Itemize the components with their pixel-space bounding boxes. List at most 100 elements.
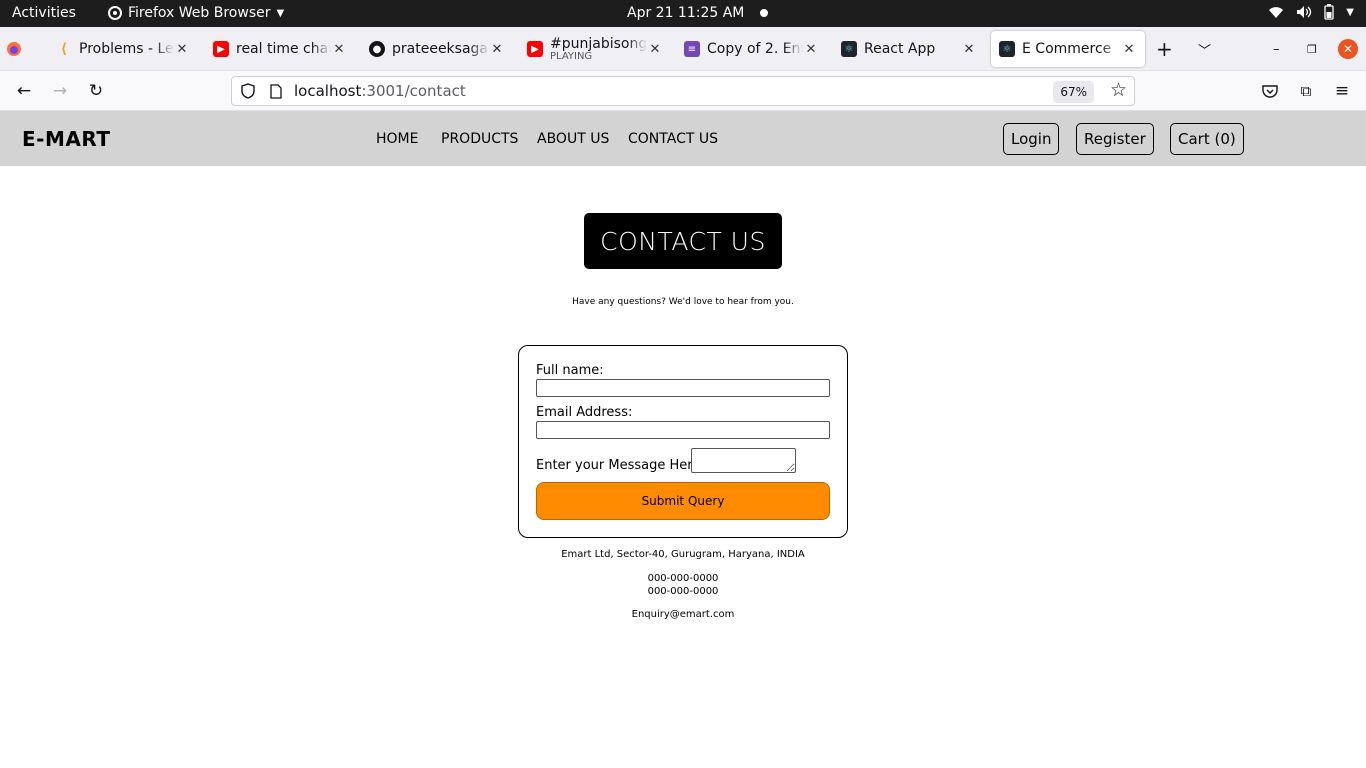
tab-github[interactable]: ● prateeeksagar/ ✕ (369, 31, 505, 67)
close-tab-icon[interactable]: ✕ (961, 42, 977, 57)
register-button[interactable]: Register (1076, 123, 1154, 155)
minimize-icon: – (1273, 41, 1280, 57)
tab-real-time-chat[interactable]: ▶ real time chat a ✕ (213, 31, 347, 67)
app-menu-button[interactable]: ≡ (1330, 79, 1354, 103)
wifi-icon (1269, 7, 1284, 18)
tab-title: E Commerce (1022, 41, 1112, 57)
zoom-level-button[interactable]: 67% (1053, 81, 1094, 103)
pocket-button[interactable] (1258, 79, 1282, 103)
notification-dot-icon (760, 9, 769, 17)
list-all-tabs-button[interactable]: ﹀ (1198, 31, 1218, 67)
email-input[interactable] (536, 421, 830, 439)
shield-icon (241, 83, 255, 99)
close-tab-icon[interactable]: ✕ (647, 42, 663, 57)
reload-button[interactable]: ↻ (84, 79, 108, 103)
youtube-icon: ▶ (527, 41, 543, 57)
close-tab-icon[interactable]: ✕ (331, 42, 347, 57)
nav-link-home[interactable]: HOME (376, 131, 418, 147)
close-window-icon: ✕ (1338, 39, 1358, 59)
tab-title: #punjabisong (550, 36, 647, 52)
docs-icon: ≡ (684, 41, 700, 57)
tab-title: Copy of 2. Entr (707, 41, 803, 57)
url-host: localhost (294, 82, 362, 100)
firefox-icon (7, 42, 21, 56)
system-tray[interactable]: ▼ (1268, 4, 1354, 20)
back-arrow-icon: ← (16, 81, 32, 101)
page-title: CONTACT US (584, 213, 782, 269)
email-label: Email Address: (536, 405, 633, 420)
battery-icon (1324, 4, 1334, 20)
power-menu-icon: ▼ (1346, 6, 1354, 18)
extensions-button[interactable]: ⧉ (1294, 79, 1318, 103)
tab-strip: ⟨ Problems - Lee ✕ ▶ real time chat a ✕ … (0, 27, 1366, 71)
app-name: Firefox Web Browser (128, 5, 271, 21)
close-tab-icon[interactable]: ✕ (1121, 42, 1137, 57)
full-name-input[interactable] (536, 379, 830, 397)
chevron-down-icon: ▼ (276, 7, 285, 19)
firefox-view-button[interactable] (6, 31, 36, 67)
site-brand[interactable]: E-MART (22, 127, 111, 151)
cart-button[interactable]: Cart (0) (1170, 123, 1244, 155)
tab-problems[interactable]: ⟨ Problems - Lee ✕ (56, 31, 190, 67)
close-window-button[interactable]: ✕ (1338, 31, 1358, 67)
url-text: localhost:3001/contact (294, 82, 466, 100)
tab-react-app[interactable]: ⚛ React App ✕ (841, 31, 977, 67)
contact-tagline: Have any questions? We'd love to hear fr… (572, 297, 794, 307)
back-button[interactable]: ← (12, 79, 36, 103)
youtube-icon: ▶ (213, 41, 229, 57)
footer-phone-1: 000-000-0000 (647, 573, 719, 584)
new-tab-button[interactable]: + (1156, 31, 1176, 67)
close-tab-icon[interactable]: ✕ (174, 42, 190, 57)
nav-link-about-us[interactable]: ABOUT US (537, 131, 609, 147)
login-button[interactable]: Login (1003, 123, 1060, 155)
restore-button[interactable]: ❐ (1307, 31, 1321, 67)
footer-phone-2: 000-000-0000 (647, 586, 719, 597)
app-menu[interactable]: Firefox Web Browser ▼ (108, 5, 284, 21)
tab-title: Problems - Lee (79, 41, 174, 57)
submit-query-button[interactable]: Submit Query (536, 482, 830, 520)
site-navbar: E-MART HOME PRODUCTS ABOUT US CONTACT US… (0, 111, 1366, 166)
hamburger-menu-icon: ≡ (1334, 81, 1350, 101)
contact-form: Full name: Email Address: Enter your Mes… (518, 345, 848, 538)
chevron-down-icon: ﹀ (1198, 43, 1212, 59)
clock[interactable]: Apr 21 11:25 AM (627, 5, 769, 21)
github-icon: ● (369, 41, 385, 57)
full-name-label: Full name: (536, 363, 604, 378)
leetcode-icon: ⟨ (60, 41, 68, 57)
footer-email[interactable]: Enquiry@emart.com (0, 609, 1366, 620)
tab-playing-label: PLAYING (550, 51, 593, 62)
nav-link-products[interactable]: PRODUCTS (441, 131, 518, 147)
tab-title: real time chat a (236, 41, 331, 57)
volume-icon (1297, 6, 1312, 18)
tab-punjabisong[interactable]: ▶ #punjabisong PLAYING ✕ (527, 31, 663, 67)
reload-icon: ↻ (88, 81, 104, 101)
tab-copy-of-entry[interactable]: ≡ Copy of 2. Entr ✕ (684, 31, 819, 67)
close-tab-icon[interactable]: ✕ (489, 42, 505, 57)
forward-arrow-icon: → (52, 81, 68, 101)
react-icon: ⚛ (999, 41, 1015, 57)
footer-address: Emart Ltd, Sector-40, Gurugram, Haryana,… (561, 549, 805, 560)
url-path: :3001/contact (361, 82, 466, 100)
clock-text: Apr 21 11:25 AM (627, 5, 745, 21)
message-textarea[interactable] (691, 448, 796, 473)
plus-icon: + (1156, 37, 1173, 61)
message-label: Enter your Message Here: (536, 458, 705, 473)
react-icon: ⚛ (841, 41, 857, 57)
restore-icon: ❐ (1307, 42, 1317, 56)
bookmark-star-icon[interactable]: ☆ (1110, 79, 1127, 101)
tab-title: React App (864, 41, 936, 57)
close-tab-icon[interactable]: ✕ (803, 42, 819, 57)
tab-e-commerce[interactable]: ⚛ E Commerce ✕ (991, 31, 1145, 67)
navigation-toolbar: ← → ↻ localhost:3001/contact 67% ☆ ⧉ ≡ (0, 71, 1366, 111)
activities-button[interactable]: Activities (12, 5, 76, 21)
system-top-bar: Activities Firefox Web Browser ▼ Apr 21 … (0, 0, 1366, 27)
tab-title: prateeeksagar/ (392, 41, 489, 57)
minimize-button[interactable]: – (1273, 31, 1287, 67)
firefox-app-icon (108, 6, 122, 20)
pocket-icon (1262, 85, 1278, 98)
forward-button[interactable]: → (48, 79, 72, 103)
nav-link-contact-us[interactable]: CONTACT US (628, 131, 718, 147)
puzzle-icon: ⧉ (1300, 82, 1312, 100)
url-bar[interactable]: localhost:3001/contact 67% ☆ (231, 76, 1135, 106)
page-icon (270, 83, 282, 99)
